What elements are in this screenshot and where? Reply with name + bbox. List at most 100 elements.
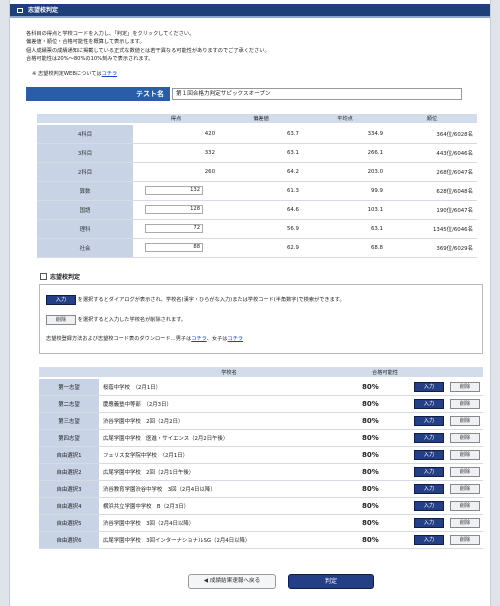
score-cell: 128 [133,200,219,220]
school-input-button[interactable]: 入力 [414,500,444,511]
school-row: 第二志望 慶應義塾中等部 （2月3日） 80% 入力 削除 [39,395,483,413]
school-row: 第四志望 広尾学園中学校 医進・サイエンス（2月2日午後） 80% 入力 削除 [39,429,483,447]
help-input-button[interactable]: 入力 [46,295,76,305]
input-cell: 入力 [411,531,447,549]
back-to-results-button[interactable]: ◀ 成績結果速報へ戻る [188,574,276,589]
download-link-boys[interactable]: コチラ [191,336,206,342]
school-name: 渋谷学園中学校 3回（2月4日以降） [99,514,359,532]
average-cell: 103.1 [303,200,387,220]
choice-label: 自由選択3 [39,480,99,498]
choice-label: 第二志望 [39,395,99,413]
school-delete-button[interactable]: 削除 [450,449,480,460]
section2-help: 入力 を選択するとダイアログが表示され、学校名(漢字・ひらがな入力)または学校コ… [39,284,483,354]
test-name-row: テスト名 第１回合格力判定サピックスオープン [26,87,474,101]
help-input-desc: を選択するとダイアログが表示され、学校名(漢字・ひらがな入力)または学校コード(… [77,297,345,303]
school-delete-button[interactable]: 削除 [450,432,480,443]
school-header [39,367,99,379]
score-cell: 332 [133,143,219,163]
average-cell: 99.9 [303,181,387,201]
school-input-button[interactable]: 入力 [414,483,444,494]
choice-label: 自由選択6 [39,531,99,549]
choice-label: 自由選択2 [39,463,99,481]
school-delete-button[interactable]: 削除 [450,517,480,528]
deviation-cell: 56.9 [219,219,303,239]
school-row: 自由選択4 横浜共立学園中学校 B（2月3日） 80% 入力 削除 [39,497,483,515]
download-text: 志望校登録方法および志望校コード表のダウンロード…男子は [46,336,192,342]
input-cell: 入力 [411,446,447,464]
choice-label: 自由選択1 [39,446,99,464]
school-row: 自由選択1 フェリス女学院中学校 （2月1日） 80% 入力 削除 [39,446,483,464]
web-note-link[interactable]: コチラ [102,71,118,77]
school-row: 自由選択3 渋谷教育学園渋谷中学校 3回（2月4日以降） 80% 入力 削除 [39,480,483,498]
download-line: 志望校登録方法および志望校コード表のダウンロード…男子はコチラ、女子はコチラ [46,335,243,342]
score-header: 得点 [133,114,219,125]
school-delete-button[interactable]: 削除 [450,466,480,477]
deviation-cell: 64.6 [219,200,303,220]
score-input[interactable]: 128 [145,205,203,214]
help-delete-desc: を選択すると入力した学校名が削除されます。 [77,317,187,323]
average-cell: 334.9 [303,124,387,144]
input-cell: 入力 [411,412,447,430]
input-cell: 入力 [411,429,447,447]
pass-probability: 80% [359,429,411,447]
subject-label: 理科 [37,219,133,239]
section2-title: 志望校判定 [40,272,80,281]
test-name-value: 第１回合格力判定サピックスオープン [172,88,462,100]
school-name: 広尾学園中学校 3回インターナショナルSG（2月4日以降） [99,531,359,549]
page-icon [17,8,23,13]
delete-cell: 削除 [447,463,483,481]
delete-cell: 削除 [447,497,483,515]
download-link-girls[interactable]: コチラ [228,336,244,342]
school-header: 合格可能性 [359,367,411,379]
page-title: 志望校判定 [28,7,59,14]
pass-probability: 80% [359,446,411,464]
help-delete-button[interactable]: 削除 [46,315,76,325]
pass-probability: 80% [359,463,411,481]
school-name: 渋谷教育学園渋谷中学校 3回（2月4日以降） [99,480,359,498]
school-input-button[interactable]: 入力 [414,432,444,443]
score-header: 順位 [387,114,477,125]
school-name: 横浜共立学園中学校 B（2月3日） [99,497,359,515]
delete-cell: 削除 [447,531,483,549]
school-input-button[interactable]: 入力 [414,517,444,528]
school-header: 学校名 [99,367,359,379]
school-input-button[interactable]: 入力 [414,449,444,460]
section2-title-text: 志望校判定 [50,274,81,281]
subject-label: 4科目 [37,124,133,144]
school-name: フェリス女学院中学校 （2月1日） [99,446,359,464]
average-cell: 63.1 [303,219,387,239]
school-input-button[interactable]: 入力 [414,398,444,409]
school-header [411,367,447,379]
pass-probability: 80% [359,395,411,413]
delete-cell: 削除 [447,412,483,430]
score-input[interactable]: 132 [145,186,203,195]
school-input-button[interactable]: 入力 [414,415,444,426]
rank-cell: 628位/6048名 [387,181,477,201]
school-input-button[interactable]: 入力 [414,534,444,545]
score-row: 4科目 420 63.7 334.9 364位/6028名 [37,124,477,144]
judge-button[interactable]: 判定 [288,574,374,589]
school-delete-button[interactable]: 削除 [450,381,480,392]
score-input[interactable]: 88 [145,243,203,252]
title-bar: 志望校判定 [10,4,490,18]
score-header-row: 得点 偏差値 平均点 順位 [37,114,477,125]
school-delete-button[interactable]: 削除 [450,500,480,511]
choice-label: 第四志望 [39,429,99,447]
help-input-line: 入力 を選択するとダイアログが表示され、学校名(漢字・ひらがな入力)または学校コ… [46,295,345,305]
deviation-cell: 64.2 [219,162,303,182]
rank-cell: 190位/6047名 [387,200,477,220]
school-input-button[interactable]: 入力 [414,466,444,477]
input-cell: 入力 [411,463,447,481]
school-delete-button[interactable]: 削除 [450,483,480,494]
school-row: 自由選択2 広尾学園中学校 2回（2月1日午後） 80% 入力 削除 [39,463,483,481]
score-input[interactable]: 72 [145,224,203,233]
school-delete-button[interactable]: 削除 [450,415,480,426]
delete-cell: 削除 [447,395,483,413]
school-input-button[interactable]: 入力 [414,381,444,392]
school-delete-button[interactable]: 削除 [450,398,480,409]
school-header-row: 学校名 合格可能性 [39,367,483,379]
average-cell: 203.0 [303,162,387,182]
school-delete-button[interactable]: 削除 [450,534,480,545]
pass-probability: 80% [359,480,411,498]
score-table: 得点 偏差値 平均点 順位 4科目 420 63.7 334.9 364位/6028名 3… [37,114,477,258]
